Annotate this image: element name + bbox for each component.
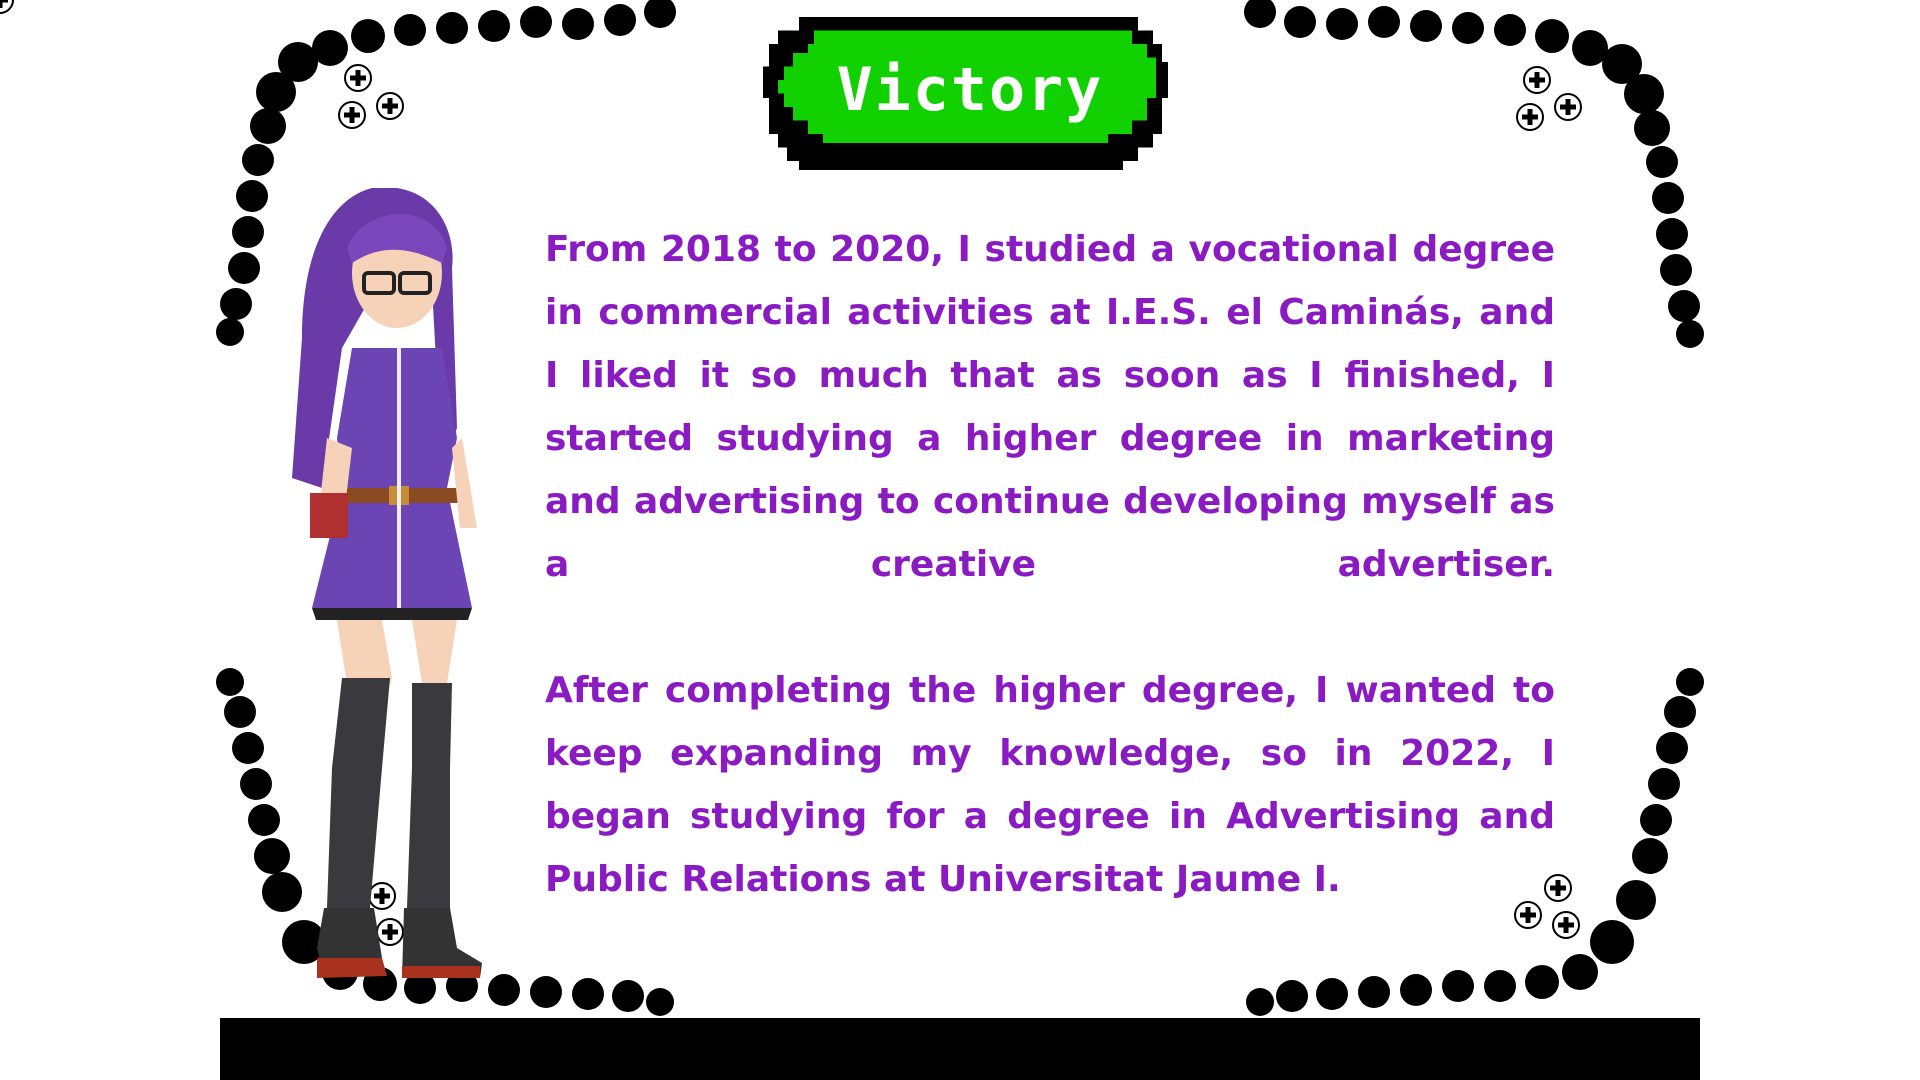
paragraph-university: After completing the higher degree, I wa… (545, 670, 1555, 900)
victory-title: Victory (836, 55, 1104, 125)
bottom-bar (220, 1018, 1700, 1080)
story-text: From 2018 to 2020, I studied a vocationa… (545, 218, 1555, 974)
paragraph-vocational: From 2018 to 2020, I studied a vocationa… (545, 229, 1555, 585)
character-illustration (292, 188, 482, 978)
